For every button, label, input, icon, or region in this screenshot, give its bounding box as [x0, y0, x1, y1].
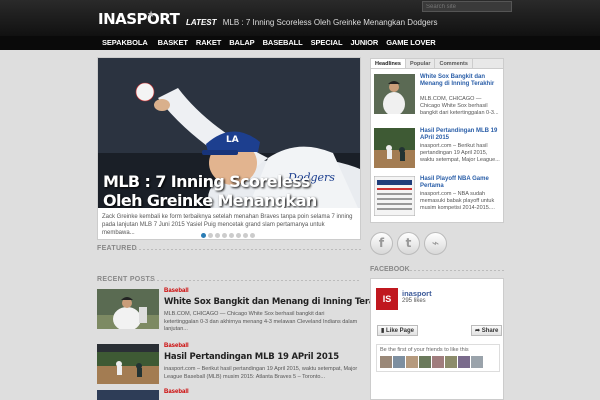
post-title[interactable]: Hasil Pertandingan MLB 19 APril 2015 [164, 352, 339, 362]
post-title[interactable]: White Sox Bangkit dan Menang di Inning T… [164, 297, 393, 307]
tab-item-title[interactable]: Hasil Pertandingan MLB 19 APril 2015 [420, 128, 502, 142]
divider [135, 249, 361, 250]
slider-dot[interactable] [215, 233, 220, 238]
facebook-icon[interactable]: f [370, 232, 393, 255]
slider-dot[interactable] [229, 233, 234, 238]
rss-icon[interactable]: ⌁ [424, 232, 447, 255]
tab-bar: Headlines Popular Comments [371, 59, 503, 69]
nav-item-raket[interactable]: RAKET [196, 38, 221, 47]
nav-item-junior[interactable]: JUNIOR [350, 38, 378, 47]
post-category[interactable]: Baseball [164, 288, 189, 294]
avatar[interactable] [471, 356, 483, 368]
latest-headline-link[interactable]: MLB : 7 Inning Scoreless Oleh Greinke Me… [223, 18, 438, 27]
recent-posts-heading-text: RECENT POSTS [97, 276, 156, 283]
divider [410, 270, 504, 271]
divider [149, 280, 361, 281]
nba-scoreboard-image [374, 176, 415, 216]
tab-item-excerpt: inasport.com – Berikut hasil pertandinga… [420, 143, 500, 163]
search-input[interactable] [422, 1, 512, 12]
nav-item-baseball[interactable]: BASEBALL [263, 38, 303, 47]
tab-item-excerpt: inasport.com – NBA sudah memasuki babak … [420, 191, 495, 211]
cap-logo: LA [226, 135, 239, 145]
tab-item-thumbnail[interactable] [374, 74, 415, 114]
friend-avatars [380, 356, 484, 368]
friends-box: Be the first of your friends to like thi… [376, 344, 500, 372]
post-thumbnail[interactable] [97, 390, 159, 400]
main-nav: SEPAKBOLA BASKET RAKET BALAP BASEBALL SP… [0, 36, 600, 50]
featured-heading: FEATURED [97, 245, 361, 252]
twitter-icon[interactable]: t [397, 232, 420, 255]
slider-dot[interactable] [250, 233, 255, 238]
like-page-button[interactable]: ▮ Like Page [377, 325, 418, 336]
mlb-game-photo [374, 128, 415, 168]
avatar[interactable] [432, 356, 444, 368]
avatar[interactable] [406, 356, 418, 368]
logo-star-icon: ★ [147, 9, 156, 19]
tab-headlines[interactable]: Headlines [371, 59, 406, 68]
featured-heading-text: FEATURED [97, 245, 137, 252]
tab-item-title[interactable]: White Sox Bangkit dan Menang di Inning T… [420, 74, 502, 88]
nav-item-balap[interactable]: BALAP [229, 38, 254, 47]
facebook-heading-text: FACEBOOK [370, 266, 410, 273]
avatar[interactable] [393, 356, 405, 368]
post-category[interactable]: Baseball [164, 343, 189, 349]
list-item: Baseball Hasil Pertandingan MLB 19 APril… [97, 343, 361, 386]
slider-pagination [201, 233, 257, 238]
avatar[interactable] [458, 356, 470, 368]
page-name-link[interactable]: inasport [402, 289, 432, 298]
nav-item-sepakbola[interactable]: SEPAKBOLA [102, 38, 148, 47]
slider-dot[interactable] [222, 233, 227, 238]
share-label: Share [481, 328, 499, 334]
tab-item-title[interactable]: Hasil Playoff NBA Game Pertama [420, 176, 502, 190]
tab-popular[interactable]: Popular [406, 59, 436, 68]
thumbs-up-icon: ▮ [381, 328, 385, 334]
slider-dot[interactable] [236, 233, 241, 238]
mlb-game-photo [97, 344, 159, 384]
share-icon: ➦ [475, 328, 481, 334]
nav-item-game-lover[interactable]: GAME LOVER [386, 38, 436, 47]
facebook-widget: IS inasport 295 likes ▮ Like Page ➦ Shar… [370, 278, 504, 400]
latest-ticker: LATEST MLB : 7 Inning Scoreless Oleh Gre… [186, 18, 438, 27]
recent-posts-heading: RECENT POSTS [97, 276, 361, 283]
post-thumbnail[interactable] [97, 289, 159, 329]
avatar[interactable] [419, 356, 431, 368]
slider-title[interactable]: MLB : 7 Inning Scoreless Oleh Greinke Me… [103, 172, 353, 208]
site-header: INASPORT ★ LATEST MLB : 7 Inning Scorele… [0, 0, 600, 36]
sidebar-tabs: Headlines Popular Comments White Sox Ban… [370, 58, 504, 223]
list-item: Baseball [97, 389, 361, 400]
page-avatar[interactable]: IS [376, 288, 398, 310]
nav-item-special[interactable]: SPECIAL [311, 38, 343, 47]
page-likes-count: 295 likes [402, 298, 426, 304]
latest-label: LATEST [186, 18, 217, 27]
facebook-heading: FACEBOOK [370, 266, 504, 273]
tab-list-item: Hasil Pertandingan MLB 19 APril 2015 ina… [374, 128, 502, 170]
site-logo[interactable]: INASPORT [98, 10, 180, 28]
tab-item-excerpt: MLB.COM, CHICAGO — Chicago White Sox ber… [420, 96, 499, 116]
list-item: Baseball White Sox Bangkit dan Menang di… [97, 288, 393, 332]
share-button[interactable]: ➦ Share [471, 325, 503, 336]
tab-item-thumbnail[interactable] [374, 176, 415, 216]
avatar[interactable] [445, 356, 457, 368]
slider-dot-active[interactable] [201, 233, 206, 238]
tab-comments[interactable]: Comments [435, 59, 473, 68]
slider-photo[interactable]: LA Dodgers MLB : 7 Inning Scoreless Oleh… [98, 58, 360, 208]
post-excerpt: MLB.COM, CHICAGO — Chicago White Sox ber… [164, 311, 358, 332]
tab-list-item: White Sox Bangkit dan Menang di Inning T… [374, 74, 502, 116]
slider-dot[interactable] [243, 233, 248, 238]
white-sox-photo [374, 74, 415, 114]
post-excerpt: inasport.com – Berikut hasil pertandinga… [164, 366, 358, 380]
friends-text: Be the first of your friends to like thi… [380, 347, 469, 353]
like-page-label: Like Page [385, 328, 414, 334]
featured-slider[interactable]: LA Dodgers MLB : 7 Inning Scoreless Oleh… [97, 57, 361, 240]
tab-list-item: Hasil Playoff NBA Game Pertama inasport.… [374, 176, 502, 220]
nav-item-basket[interactable]: BASKET [158, 38, 188, 47]
post-category[interactable]: Baseball [164, 389, 189, 395]
post-thumbnail[interactable] [97, 344, 159, 384]
avatar[interactable] [380, 356, 392, 368]
tab-item-thumbnail[interactable] [374, 128, 415, 168]
slider-dot[interactable] [208, 233, 213, 238]
white-sox-photo [97, 289, 159, 329]
